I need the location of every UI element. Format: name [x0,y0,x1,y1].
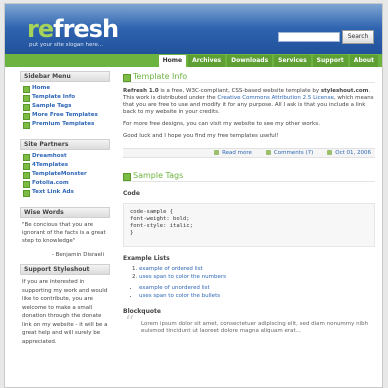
nav-about[interactable]: About [349,55,378,67]
code-label: Code [123,190,140,197]
logo-re: re [27,15,54,43]
sidebar-item-more-free-templates[interactable]: More Free Templates [20,111,110,120]
partner-4templates[interactable]: 4Templates [20,161,110,170]
page: refresh put your site slogan here... Sea… [4,3,383,388]
license-link[interactable]: Creative Commons Attribution 2.5 License [217,95,333,101]
partner-dreamhost[interactable]: Dreamhost [20,152,110,161]
sidebar: Sidebar Menu Home Template Info Sample T… [20,71,110,355]
blockquote-label: Blockquote [123,308,161,315]
main-nav: Home Archives Downloads Services Support… [5,54,382,67]
code-line: font-style: italic; [130,223,193,229]
partner-fotolia[interactable]: Fotolia.com [20,179,110,188]
site-partners-title: Site Partners [20,139,110,150]
sidebar-menu-title: Sidebar Menu [20,71,110,82]
main-content: Template Info Refresh 1.0 is a free, W3C… [123,71,375,335]
list-item-text: example of ordered list [139,266,203,272]
read-more-label: Read more [222,150,252,156]
code-block: code-sample { font-weight: bold; font-st… [123,203,375,247]
site-logo[interactable]: refresh [27,15,119,43]
sample-tags-title[interactable]: Sample Tags [123,170,375,182]
wise-words-title: Wise Words [20,207,110,218]
info-paragraph-3: Good luck and I hope you find my free te… [123,133,279,139]
sidebar-item-template-info[interactable]: Template Info [20,93,110,102]
template-info-title[interactable]: Template Info [123,71,375,83]
wise-quote: "Be concious that you are ignorant of th… [22,222,106,244]
lists-label: Example Lists [123,255,170,262]
page-icon [214,150,220,155]
ordered-list: example of ordered list uses span to col… [123,266,375,281]
read-more-link[interactable]: Read more [214,150,252,156]
code-line: } [130,230,134,236]
support-title: Support Styleshout [20,264,110,275]
search-input[interactable] [278,32,340,42]
nav-services[interactable]: Services [274,55,311,67]
info-paragraph-2: For more free designs, you can visit my … [123,121,320,127]
post-date-label: Oct 01, 2006 [335,150,371,156]
post-date: Oct 01, 2006 [327,150,371,156]
list-item-text: uses span to color the numbers [139,273,226,280]
site-slogan: put your site slogan here... [29,42,104,48]
post-meta: Read more Comments (7) Oct 01, 2006 [123,148,375,158]
list-item-text: uses span to color the bullets [139,292,221,299]
nav-archives[interactable]: Archives [188,55,226,67]
code-line: font-weight: bold; [130,216,190,222]
partner-templatemonster[interactable]: TemplateMonster [20,170,110,179]
list-item: uses span to color the numbers [139,274,375,282]
list-item: example of ordered list [139,266,375,274]
search-button[interactable]: Search [342,30,374,44]
wise-author: - Benjamin Disraeli [51,252,104,258]
clock-icon [327,150,333,155]
support-text: If you are interested in supporting my w… [22,279,108,345]
comments-link[interactable]: Comments (7) [265,150,314,156]
partner-text-link-ads[interactable]: Text Link Ads [20,188,110,197]
nav-home[interactable]: Home [158,55,187,67]
sidebar-item-premium-templates[interactable]: Premium Templates [20,120,110,129]
blockquote: Lorem ipsum dolor sit amet, consectetuer… [123,319,375,335]
nav-downloads[interactable]: Downloads [227,55,273,67]
sidebar-item-home[interactable]: Home [20,84,110,93]
nav-support[interactable]: Support [312,55,348,67]
comment-icon [265,150,271,155]
logo-fresh: fresh [53,15,119,43]
list-item: uses span to color the bullets [139,293,375,301]
author-link[interactable]: styleshout.com [321,88,368,94]
list-item-text: example of unordered list [139,285,210,291]
template-name: Refresh 1.0 [123,88,159,94]
code-line: code-sample { [130,209,174,215]
unordered-list: example of unordered list uses span to c… [123,285,375,300]
info-text-a: is a free, W3C-compliant, CSS-based webs… [158,88,321,94]
sidebar-item-sample-tags[interactable]: Sample Tags [20,102,110,111]
info-paragraph-1: Refresh 1.0 is a free, W3C-compliant, CS… [123,88,375,116]
list-item: example of unordered list [139,285,375,293]
comments-label: Comments (7) [273,150,314,156]
